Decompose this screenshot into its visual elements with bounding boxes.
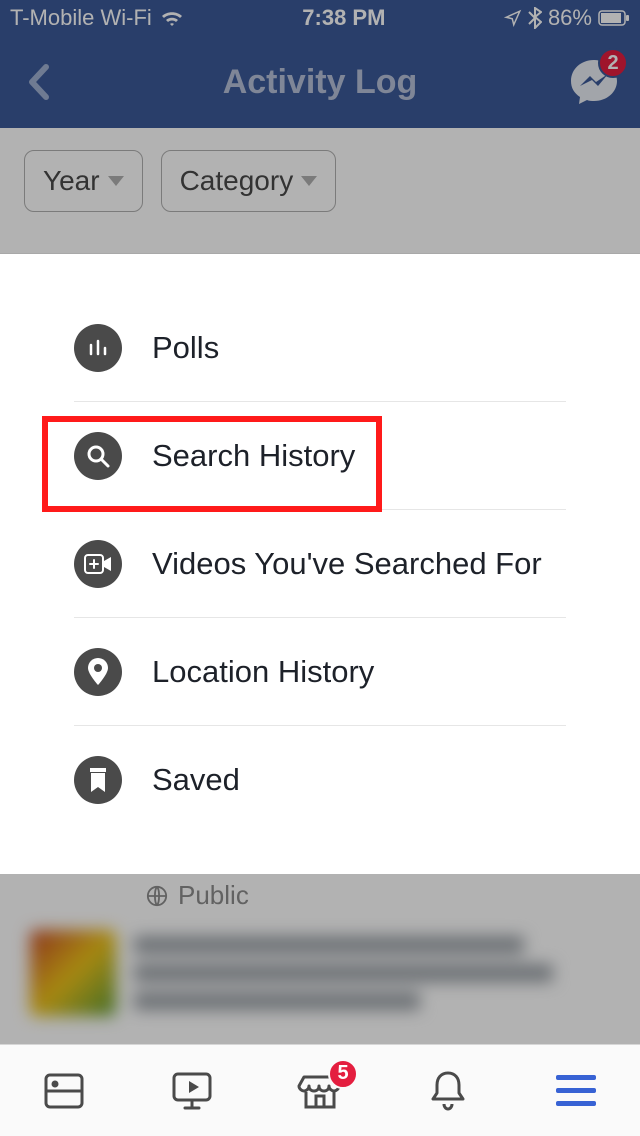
sheet-item-search-history[interactable]: Search History — [74, 402, 566, 510]
newsfeed-icon — [42, 1069, 86, 1113]
search-icon — [74, 432, 122, 480]
tab-newsfeed[interactable] — [36, 1063, 92, 1119]
tab-notifications[interactable] — [420, 1063, 476, 1119]
category-sheet: Polls Search History Videos You've Searc… — [0, 254, 640, 874]
hamburger-icon — [556, 1075, 596, 1106]
modal-dim-top[interactable] — [0, 0, 640, 128]
sheet-item-label: Saved — [152, 762, 240, 798]
location-pin-icon — [74, 648, 122, 696]
tab-bar: 5 — [0, 1044, 640, 1136]
polls-icon — [74, 324, 122, 372]
bell-icon — [428, 1068, 468, 1114]
tab-marketplace[interactable]: 5 — [292, 1063, 348, 1119]
bookmark-icon — [74, 756, 122, 804]
sheet-item-videos-searched[interactable]: Videos You've Searched For — [74, 510, 566, 618]
sheet-item-label: Location History — [152, 654, 374, 690]
watch-icon — [169, 1068, 215, 1114]
tab-menu[interactable] — [548, 1063, 604, 1119]
sheet-item-label: Videos You've Searched For — [152, 546, 542, 582]
marketplace-badge: 5 — [328, 1059, 358, 1089]
sheet-item-saved[interactable]: Saved — [74, 726, 566, 834]
video-plus-icon — [74, 540, 122, 588]
tab-watch[interactable] — [164, 1063, 220, 1119]
sheet-item-label: Polls — [152, 330, 219, 366]
sheet-item-location-history[interactable]: Location History — [74, 618, 566, 726]
sheet-item-polls[interactable]: Polls — [74, 254, 566, 402]
sheet-item-label: Search History — [152, 438, 355, 474]
